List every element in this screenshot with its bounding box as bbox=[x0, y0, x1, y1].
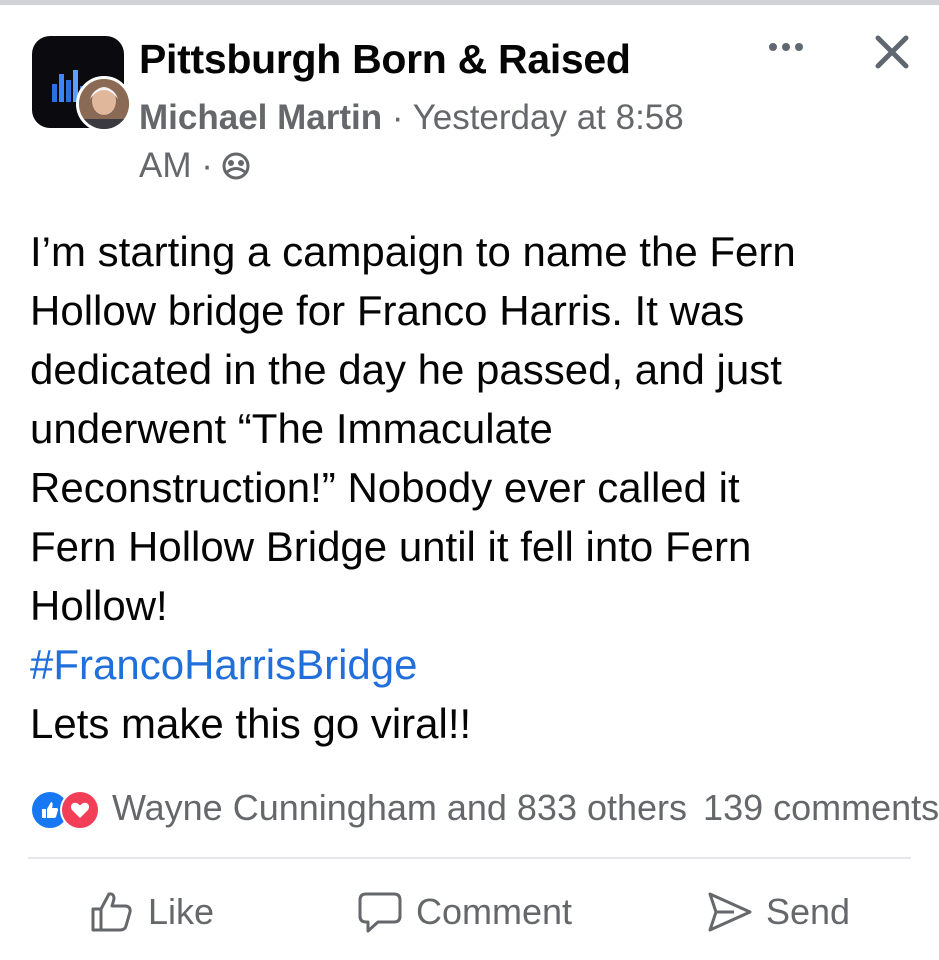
post-text-line: underwent “The Immaculate bbox=[30, 405, 553, 452]
comment-bubble-icon bbox=[358, 892, 402, 933]
post-timestamp[interactable]: · Yesterday at 8:58 bbox=[392, 98, 684, 137]
post-text-line: Reconstruction!” Nobody ever called it bbox=[30, 464, 740, 511]
author-name[interactable]: Michael Martin bbox=[139, 98, 382, 137]
send-button[interactable]: Send bbox=[706, 884, 850, 940]
author-avatar[interactable] bbox=[76, 76, 132, 132]
reaction-icons bbox=[30, 786, 106, 830]
post-text-line: Hollow! bbox=[30, 582, 168, 629]
group-members-icon bbox=[222, 152, 250, 180]
top-border bbox=[0, 0, 939, 5]
comment-button[interactable]: Comment bbox=[356, 884, 572, 940]
reactions-text[interactable]: Wayne Cunningham and 833 others bbox=[112, 787, 687, 829]
close-icon[interactable] bbox=[872, 32, 912, 72]
post-text: I’m starting a campaign to name the Fern… bbox=[30, 222, 925, 753]
author-photo bbox=[79, 79, 129, 129]
thumbs-up-icon bbox=[91, 892, 132, 932]
group-name[interactable]: Pittsburgh Born & Raised bbox=[139, 36, 631, 83]
send-arrow-icon bbox=[708, 892, 752, 932]
like-button[interactable]: Like bbox=[88, 884, 214, 940]
more-options-icon[interactable] bbox=[766, 32, 806, 62]
post-text-closing: Lets make this go viral!! bbox=[30, 700, 472, 747]
comment-label: Comment bbox=[416, 891, 573, 932]
post-text-line: Fern Hollow Bridge until it fell into Fe… bbox=[30, 523, 752, 570]
love-reaction-icon bbox=[60, 790, 100, 830]
post-meta-continued: AM · bbox=[139, 146, 251, 186]
reactions-summary[interactable]: Wayne Cunningham and 833 others 139 comm… bbox=[30, 782, 939, 834]
post-text-line: Hollow bridge for Franco Harris. It was bbox=[30, 287, 745, 334]
post-meta: Michael Martin · Yesterday at 8:58 bbox=[139, 98, 684, 138]
post-text-line: I’m starting a campaign to name the Fern bbox=[30, 228, 796, 275]
hashtag-link[interactable]: #FrancoHarrisBridge bbox=[30, 635, 925, 694]
post-text-line: dedicated in the day he passed, and just bbox=[30, 346, 782, 393]
divider bbox=[28, 857, 911, 859]
send-label: Send bbox=[766, 891, 851, 932]
like-label: Like bbox=[148, 891, 215, 932]
comments-count[interactable]: 139 comments bbox=[703, 787, 939, 829]
post-timestamp-continued[interactable]: AM · bbox=[139, 146, 213, 186]
